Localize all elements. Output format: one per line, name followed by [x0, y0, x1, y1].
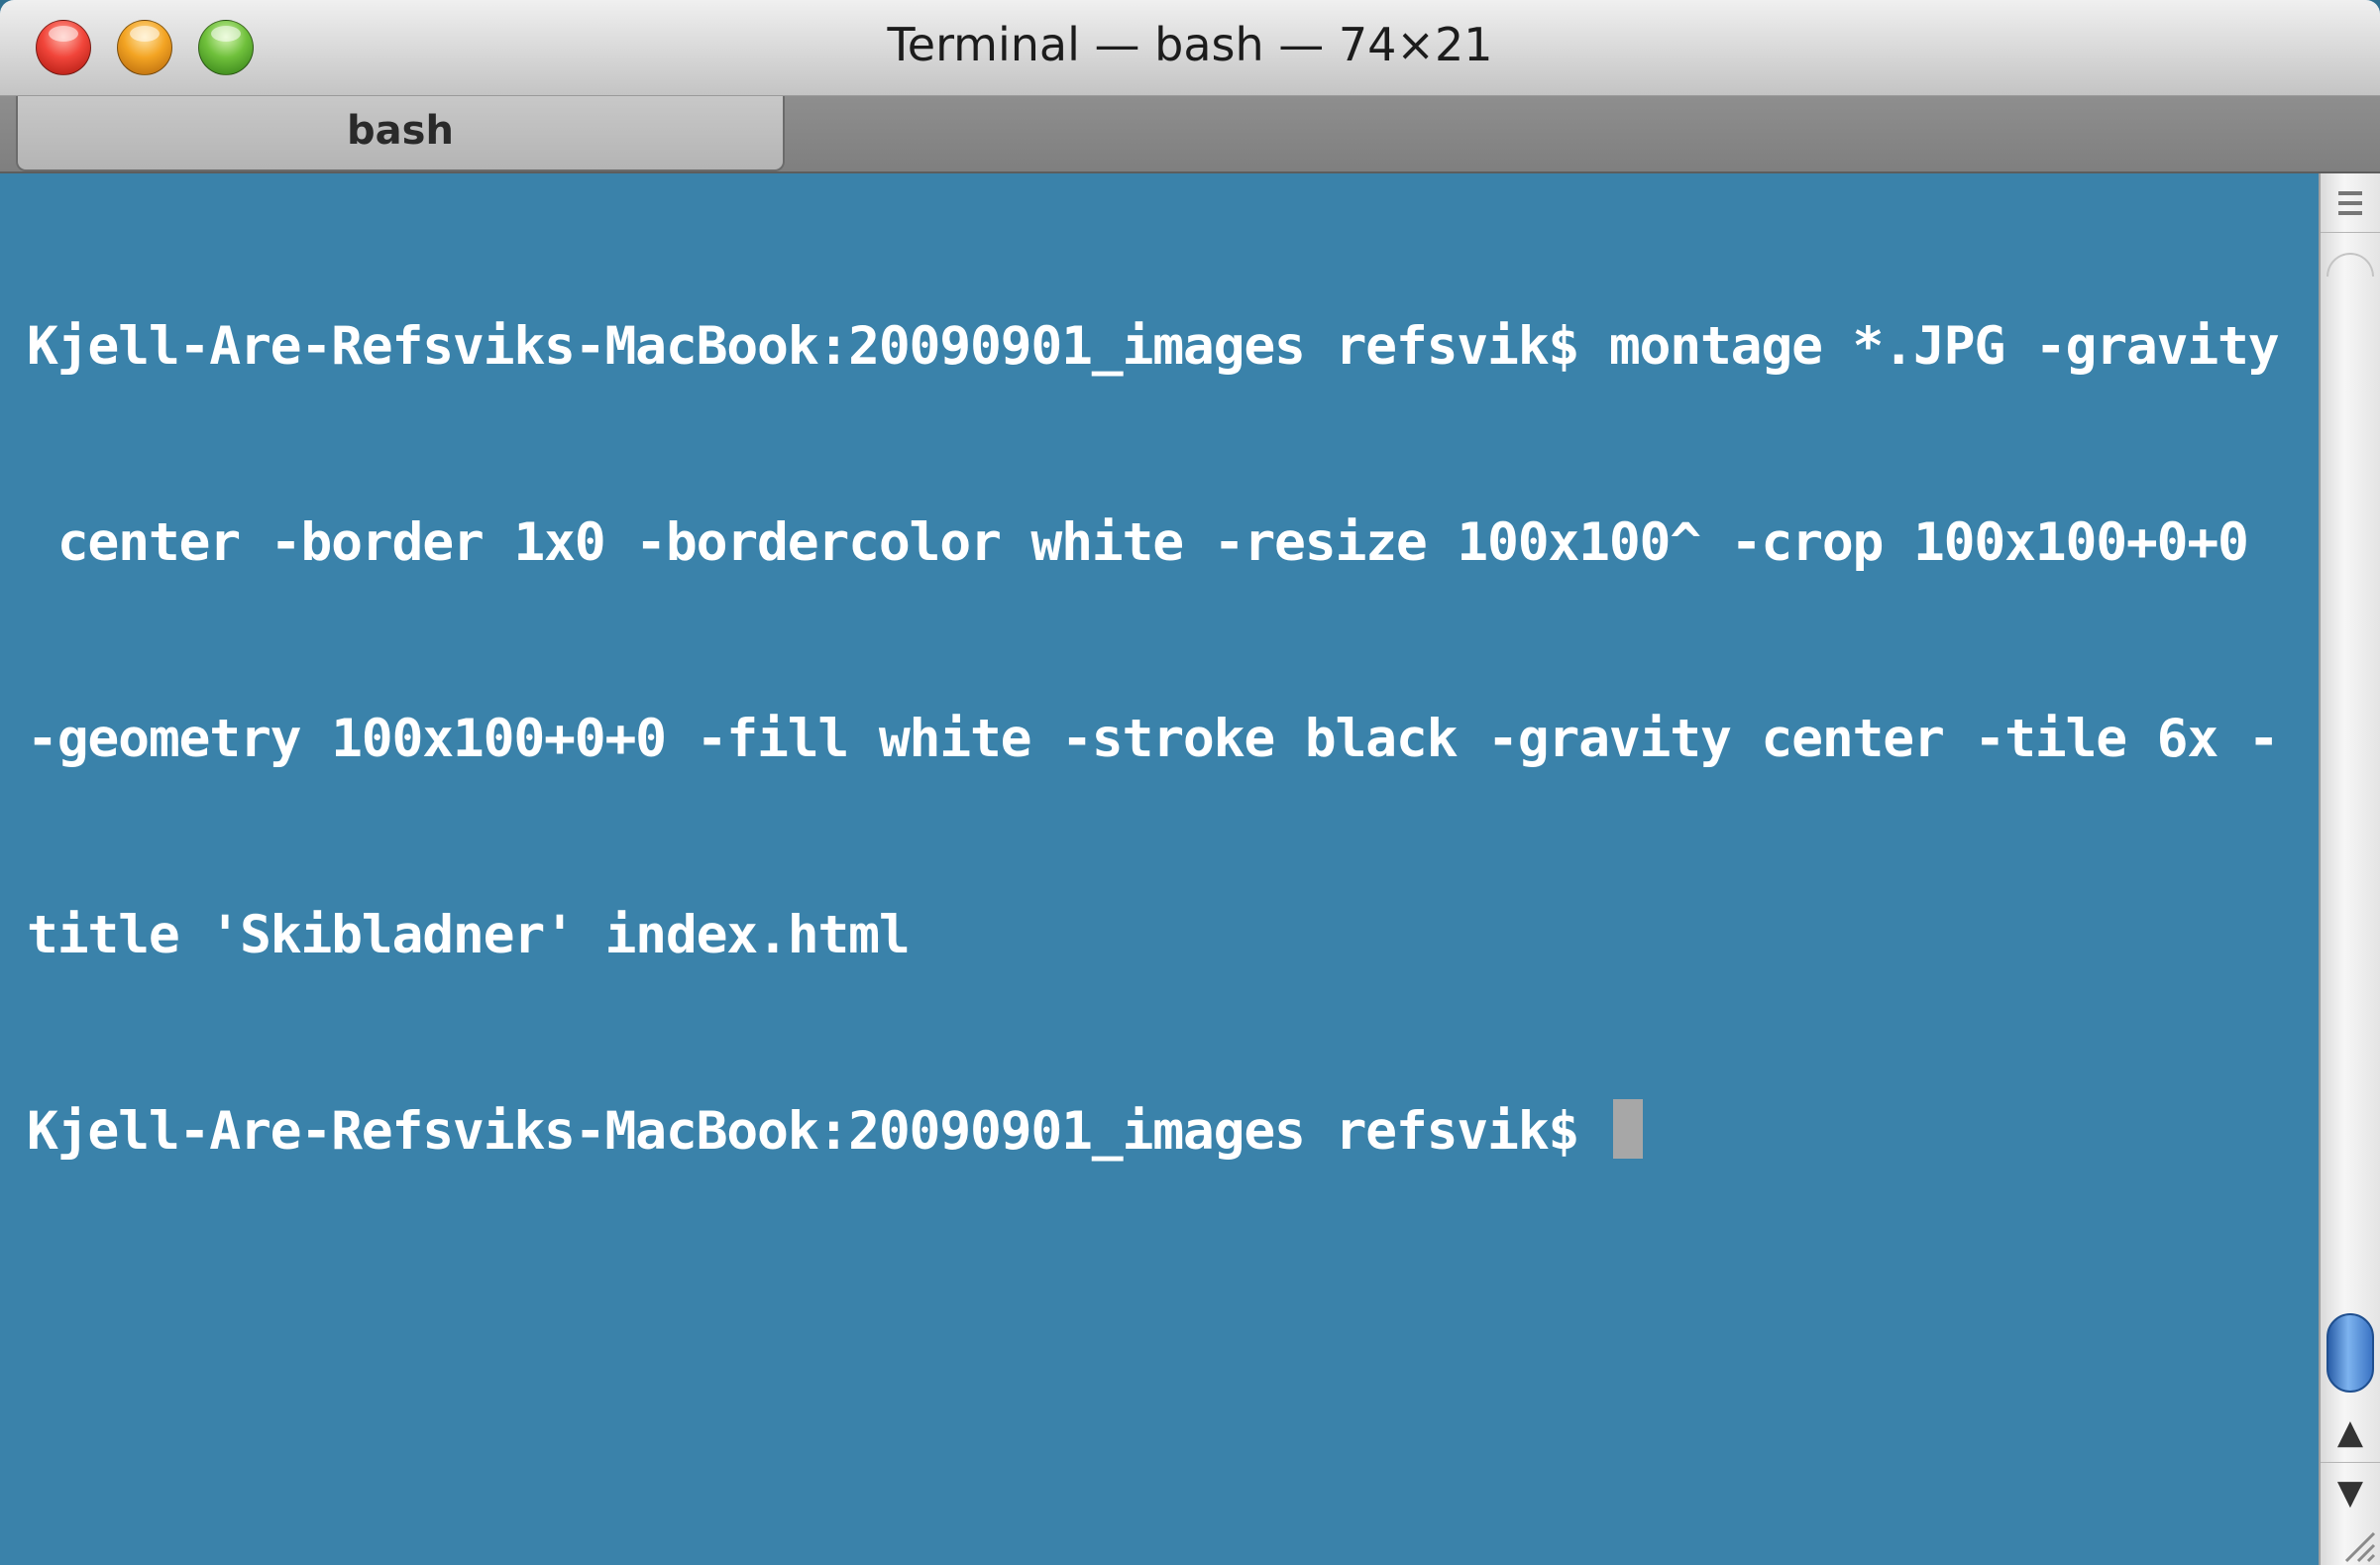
tab-bar: bash: [0, 96, 2380, 173]
terminal-prompt-line: Kjell-Are-Refsviks-MacBook:20090901_imag…: [27, 1099, 2319, 1165]
terminal-content[interactable]: Kjell-Are-Refsviks-MacBook:20090901_imag…: [0, 173, 2319, 1565]
terminal-line: -geometry 100x100+0+0 -fill white -strok…: [27, 709, 2280, 769]
resize-grip-icon[interactable]: [2321, 1521, 2380, 1565]
tab-bash[interactable]: bash: [16, 96, 785, 171]
terminal-line: title 'Skibladner' index.html: [27, 905, 911, 965]
terminal-window: Terminal — bash — 74×21 bash Kjell-Are-R…: [0, 0, 2380, 1565]
scroll-track-cap: [2326, 253, 2374, 277]
split-pane-icon[interactable]: [2321, 173, 2380, 233]
text-cursor: [1612, 1099, 1643, 1159]
prompt-text: Kjell-Are-Refsviks-MacBook:20090901_imag…: [27, 1101, 1609, 1162]
arrow-up-icon[interactable]: ▲: [2321, 1402, 2380, 1462]
arrow-down-icon[interactable]: ▼: [2321, 1462, 2380, 1521]
terminal-line: Kjell-Are-Refsviks-MacBook:20090901_imag…: [27, 316, 2280, 377]
title-bar[interactable]: Terminal — bash — 74×21: [0, 0, 2380, 96]
scroll-thumb[interactable]: [2326, 1313, 2374, 1393]
vertical-scrollbar[interactable]: ▲ ▼: [2319, 173, 2380, 1565]
terminal-line: center -border 1x0 -bordercolor white -r…: [27, 512, 2249, 573]
window-title: Terminal — bash — 74×21: [887, 18, 1493, 71]
tab-label: bash: [347, 108, 454, 154]
